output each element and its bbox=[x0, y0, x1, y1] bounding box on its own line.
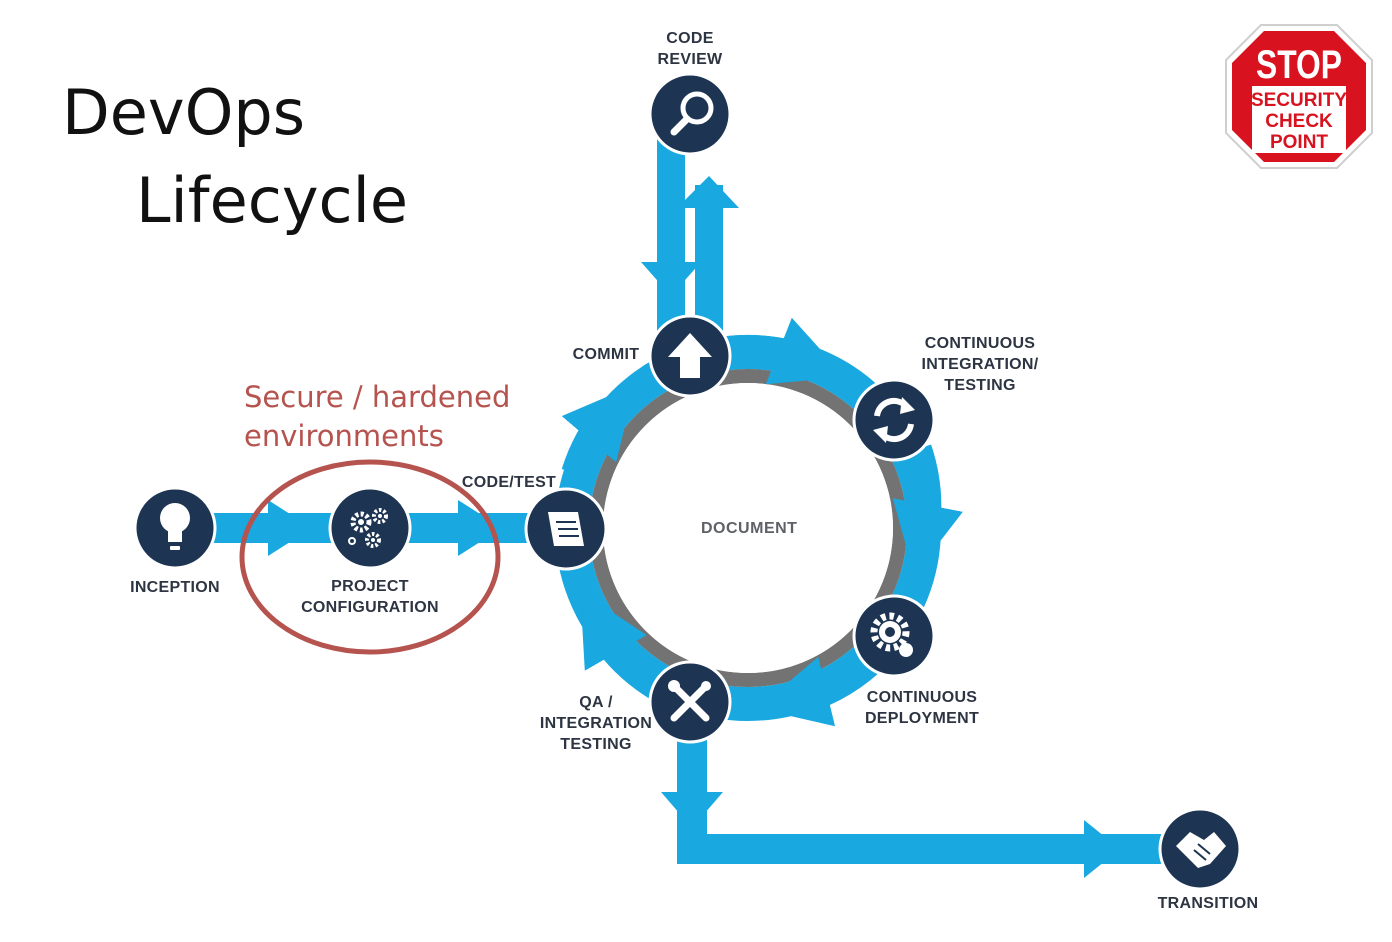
inception-node[interactable] bbox=[133, 486, 217, 570]
exit-down-arrow bbox=[661, 792, 723, 828]
code-review-line-1: CODE bbox=[666, 30, 714, 47]
code-review-label: CODE REVIEW bbox=[640, 28, 740, 70]
stop-sign: STOP SECURITY CHECK POINT bbox=[1225, 24, 1373, 169]
up-arrow bbox=[677, 176, 739, 208]
project-configuration-line-2: CONFIGURATION bbox=[301, 599, 439, 616]
code-review-node[interactable] bbox=[648, 72, 732, 156]
continuous-integration-label: CONTINUOUS INTEGRATION/ TESTING bbox=[910, 333, 1050, 396]
center-document-label: DOCUMENT bbox=[701, 520, 798, 537]
secure-environments-note: Secure / hardened environments bbox=[244, 378, 510, 456]
continuous-deployment-node[interactable] bbox=[852, 594, 936, 678]
note-line-2: environments bbox=[244, 419, 444, 454]
continuous-deployment-label: CONTINUOUS DEPLOYMENT bbox=[852, 687, 992, 729]
project-configuration-node[interactable] bbox=[328, 486, 412, 570]
stop-word: STOP bbox=[1256, 43, 1342, 87]
commit-line-1: COMMIT bbox=[572, 346, 640, 363]
qa-integration-label: QA / INTEGRATION TESTING bbox=[532, 692, 660, 755]
note-line-1: Secure / hardened bbox=[244, 380, 511, 414]
continuous-deployment-line-1: CONTINUOUS bbox=[866, 689, 978, 706]
project-configuration-label: PROJECT CONFIGURATION bbox=[290, 576, 450, 618]
continuous-deployment-line-2: DEPLOYMENT bbox=[864, 710, 980, 727]
code-test-node[interactable] bbox=[524, 487, 608, 571]
transition-node[interactable] bbox=[1158, 807, 1242, 891]
scroll-icon bbox=[548, 512, 584, 546]
inception-label-line-1: INCEPTION bbox=[130, 579, 220, 596]
down-arrow bbox=[641, 262, 701, 296]
code-review-line-2: REVIEW bbox=[657, 51, 723, 68]
qa-integration-line-3: TESTING bbox=[560, 736, 632, 753]
exit-right-arrow bbox=[1084, 820, 1120, 878]
ring-arrow-right bbox=[892, 444, 963, 576]
continuous-integration-line-2: INTEGRATION/ bbox=[921, 356, 1039, 373]
qa-integration-line-1: QA / bbox=[579, 694, 613, 711]
code-test-line-1: CODE/TEST bbox=[461, 474, 557, 491]
qa-integration-node[interactable] bbox=[648, 660, 732, 744]
title-line-2: Lifecycle bbox=[136, 164, 408, 237]
transition-line-1: TRANSITION bbox=[1157, 895, 1259, 912]
commit-label: COMMIT bbox=[566, 344, 646, 365]
inception-label: INCEPTION bbox=[125, 577, 225, 598]
stop-line-1: SECURITY bbox=[1251, 90, 1347, 111]
stop-line-3: POINT bbox=[1270, 132, 1328, 153]
stop-line-2: CHECK bbox=[1265, 111, 1333, 132]
title-line-1: DevOps bbox=[62, 76, 306, 149]
entry-arrow-1 bbox=[268, 500, 312, 556]
commit-node[interactable] bbox=[648, 314, 732, 398]
qa-integration-line-2: INTEGRATION bbox=[539, 715, 653, 732]
continuous-integration-line-1: CONTINUOUS bbox=[924, 335, 1036, 352]
code-test-label: CODE/TEST bbox=[458, 472, 560, 493]
project-configuration-line-1: PROJECT bbox=[331, 578, 409, 595]
transition-label: TRANSITION bbox=[1148, 893, 1268, 914]
continuous-integration-line-3: TESTING bbox=[944, 377, 1016, 394]
